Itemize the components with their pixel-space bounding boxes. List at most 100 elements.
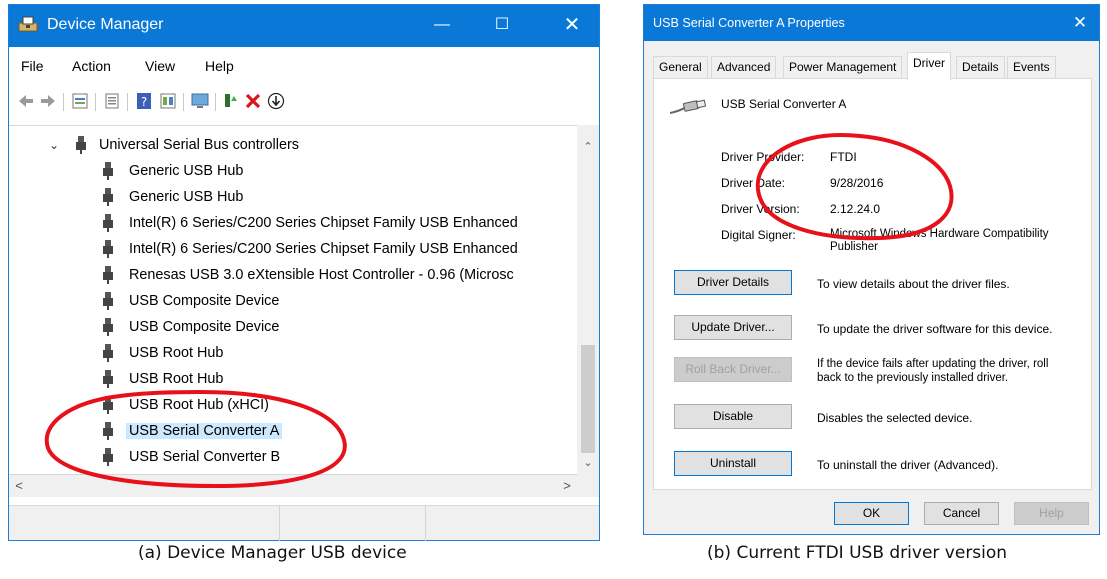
tree-device-row[interactable]: USB Composite Device xyxy=(9,314,577,340)
help-icon[interactable]: ? xyxy=(135,92,153,110)
horizontal-scrollbar[interactable]: < > xyxy=(9,475,599,497)
disable-button[interactable]: Disable xyxy=(674,404,792,429)
tree-device-label: USB Composite Device xyxy=(129,319,280,335)
usb-plug-icon xyxy=(103,448,113,466)
scroll-up-icon[interactable]: ⌃ xyxy=(577,137,599,157)
tree-category-row[interactable]: ⌄ Universal Serial Bus controllers xyxy=(9,132,577,158)
tree-device-label: USB Serial Converter B xyxy=(129,449,281,465)
tree-device-row[interactable]: Generic USB Hub xyxy=(9,158,577,184)
status-bar xyxy=(9,505,599,541)
chevron-down-icon[interactable]: ⌄ xyxy=(49,138,59,152)
tree-device-row[interactable]: Renesas USB 3.0 eXtensible Host Controll… xyxy=(9,262,577,288)
roll-back-driver-button[interactable]: Roll Back Driver... xyxy=(674,357,792,382)
usb-plug-icon xyxy=(103,344,113,362)
usb-plug-icon xyxy=(103,188,113,206)
usb-plug-icon xyxy=(103,266,113,284)
tree-device-label: Intel(R) 6 Series/C200 Series Chipset Fa… xyxy=(129,241,518,257)
maximize-button[interactable]: ☐ xyxy=(479,5,525,47)
driver-details-button[interactable]: Driver Details xyxy=(674,270,792,295)
usb-plug-icon xyxy=(103,214,113,232)
tab-details[interactable]: Details xyxy=(956,56,1005,78)
disable-description: Disables the selected device. xyxy=(817,411,973,425)
usb-plug-icon xyxy=(103,240,113,258)
uninstall-description: To uninstall the driver (Advanced). xyxy=(817,458,999,472)
digital-signer-value-line1: Microsoft Windows Hardware Compatibility xyxy=(830,228,1049,240)
update-driver-icon[interactable] xyxy=(159,92,177,110)
uninstall-button[interactable]: Uninstall xyxy=(674,451,792,476)
usb-plug-icon xyxy=(103,292,113,310)
device-manager-app-icon xyxy=(18,16,38,32)
tab-advanced[interactable]: Advanced xyxy=(711,56,777,78)
tree-device-row[interactable]: USB Serial Converter B xyxy=(9,444,577,470)
tree-device-row[interactable]: Generic USB Hub xyxy=(9,184,577,210)
scroll-right-icon[interactable]: > xyxy=(557,475,577,497)
tree-device-label: USB Root Hub (xHCI) xyxy=(129,397,269,413)
tree-device-row[interactable]: USB Root Hub xyxy=(9,340,577,366)
help-button[interactable]: Help xyxy=(1014,502,1089,525)
tree-device-row[interactable]: USB Serial Converter A xyxy=(9,418,577,444)
roll-back-description-line2: back to the previously installed driver. xyxy=(817,372,1009,384)
tree-device-row[interactable]: Intel(R) 6 Series/C200 Series Chipset Fa… xyxy=(9,210,577,236)
dialog-close-button[interactable]: ✕ xyxy=(1064,9,1096,37)
usb-plug-icon xyxy=(103,318,113,336)
tree-device-label: Renesas USB 3.0 eXtensible Host Controll… xyxy=(129,267,514,283)
usb-plug-icon xyxy=(103,162,113,180)
device-manager-window: Device Manager — ☐ ✕ File Action View He… xyxy=(8,4,600,541)
usb-plug-icon xyxy=(103,422,113,440)
tree-device-label: USB Composite Device xyxy=(129,293,280,309)
usb-plug-icon xyxy=(103,370,113,388)
caption-b: (b) Current FTDI USB driver version xyxy=(707,543,1008,563)
driver-version-value: 2.12.24.0 xyxy=(830,202,881,216)
close-button[interactable]: ✕ xyxy=(549,5,595,47)
tree-device-label: USB Root Hub xyxy=(129,371,224,387)
tree-category-label: Universal Serial Bus controllers xyxy=(99,137,299,153)
digital-signer-label: Digital Signer: xyxy=(721,228,796,242)
cancel-button[interactable]: Cancel xyxy=(924,502,999,525)
tab-general[interactable]: General xyxy=(653,56,708,78)
driver-provider-value: FTDI xyxy=(830,150,857,164)
dialog-titlebar[interactable]: USB Serial Converter A Properties ✕ xyxy=(644,5,1099,41)
window-title: Device Manager xyxy=(47,16,164,33)
menu-bar: File Action View Help xyxy=(9,54,599,78)
update-driver-description: To update the driver software for this d… xyxy=(817,322,1053,336)
device-manager-titlebar[interactable]: Device Manager — ☐ ✕ xyxy=(9,5,599,47)
forward-icon[interactable] xyxy=(39,92,57,110)
vertical-scrollbar[interactable]: ⌃ ⌄ xyxy=(577,125,599,475)
driver-details-description: To view details about the driver files. xyxy=(817,277,1010,291)
driver-tab-panel: USB Serial Converter A Driver Provider: … xyxy=(653,78,1092,490)
scroll-thumb[interactable] xyxy=(581,345,595,453)
scroll-down-icon[interactable]: ⌄ xyxy=(577,453,599,473)
tab-events[interactable]: Events xyxy=(1007,56,1056,78)
tree-device-row[interactable]: Intel(R) 6 Series/C200 Series Chipset Fa… xyxy=(9,236,577,262)
menu-action[interactable]: Action xyxy=(72,58,111,74)
minimize-button[interactable]: — xyxy=(419,5,465,47)
update-driver-button[interactable]: Update Driver... xyxy=(674,315,792,340)
dialog-title: USB Serial Converter A Properties xyxy=(653,16,845,30)
scan-icon[interactable] xyxy=(191,92,209,110)
tree-device-row[interactable]: USB Root Hub xyxy=(9,366,577,392)
caption-a: (a) Device Manager USB device xyxy=(138,543,407,563)
menu-file[interactable]: File xyxy=(21,58,44,74)
show-hidden-icon[interactable] xyxy=(103,92,121,110)
download-icon[interactable] xyxy=(267,92,285,110)
tree-device-label: Generic USB Hub xyxy=(129,163,244,179)
driver-date-label: Driver Date: xyxy=(721,176,786,190)
svg-text:?: ? xyxy=(141,95,147,109)
tab-driver[interactable]: Driver xyxy=(907,52,951,80)
properties-icon[interactable] xyxy=(71,92,89,110)
device-tree: ⌄ Universal Serial Bus controllers Gener… xyxy=(9,125,599,475)
back-icon[interactable] xyxy=(17,92,35,110)
digital-signer-value-line2: Publisher xyxy=(830,241,878,253)
tab-power-management[interactable]: Power Management xyxy=(783,56,903,78)
scroll-left-icon[interactable]: < xyxy=(9,475,29,497)
device-name: USB Serial Converter A xyxy=(721,97,847,111)
uninstall-icon[interactable] xyxy=(244,92,262,110)
usb-plug-icon xyxy=(76,136,86,154)
menu-help[interactable]: Help xyxy=(205,58,234,74)
tree-device-row[interactable]: USB Composite Device xyxy=(9,288,577,314)
tree-device-row[interactable]: USB Root Hub (xHCI) xyxy=(9,392,577,418)
menu-view[interactable]: View xyxy=(145,58,175,74)
properties-dialog: USB Serial Converter A Properties ✕ Gene… xyxy=(643,4,1100,535)
enable-device-icon[interactable] xyxy=(221,92,239,110)
ok-button[interactable]: OK xyxy=(834,502,909,525)
